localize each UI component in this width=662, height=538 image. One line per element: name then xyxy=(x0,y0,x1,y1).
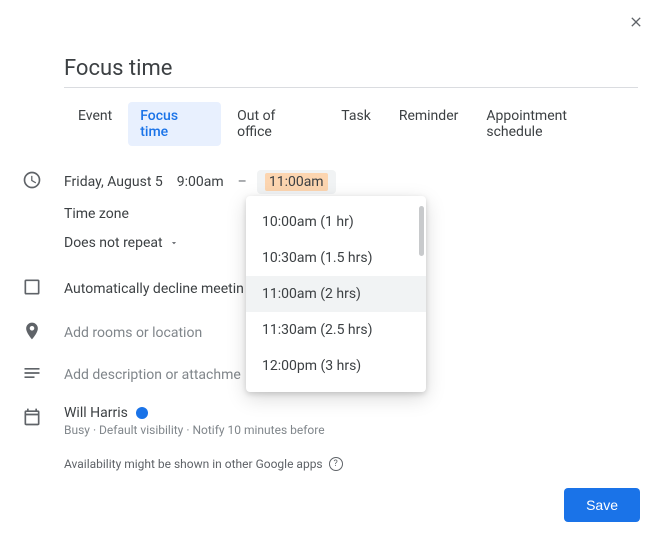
close-button[interactable] xyxy=(624,10,648,34)
chevron-down-icon xyxy=(169,238,179,248)
save-button[interactable]: Save xyxy=(564,488,640,522)
tab-event[interactable]: Event xyxy=(66,102,124,146)
date-time-row: Friday, August 5 9:00am – 11:00am xyxy=(64,168,638,196)
end-time-option[interactable]: 12:00pm (3 hrs) xyxy=(246,348,426,384)
help-icon[interactable]: ? xyxy=(329,457,343,471)
description-icon xyxy=(22,363,42,383)
tab-appointment-schedule[interactable]: Appointment schedule xyxy=(474,102,638,146)
close-icon xyxy=(628,14,644,30)
auto-decline-label: Automatically decline meetin xyxy=(64,281,244,297)
event-title[interactable]: Focus time xyxy=(64,56,638,88)
end-time-option[interactable]: 10:30am (1.5 hrs) xyxy=(246,240,426,276)
end-time-value: 11:00am xyxy=(265,173,328,191)
start-time-field[interactable]: 9:00am xyxy=(173,172,228,192)
end-time-option[interactable]: 11:00am (2 hrs) xyxy=(246,276,426,312)
location-icon xyxy=(22,321,42,341)
end-time-option[interactable]: 10:00am (1 hr) xyxy=(246,204,426,240)
organizer-meta: Busy · Default visibility · Notify 10 mi… xyxy=(64,423,325,437)
calendar-icon xyxy=(22,407,42,427)
end-time-field[interactable]: 11:00am xyxy=(257,170,336,194)
repeat-selector[interactable]: Does not repeat xyxy=(64,235,179,251)
tab-focus-time[interactable]: Focus time xyxy=(128,102,221,146)
end-time-option[interactable]: 11:30am (2.5 hrs) xyxy=(246,312,426,348)
status-dot xyxy=(136,407,148,419)
time-dash: – xyxy=(238,174,247,190)
tab-reminder[interactable]: Reminder xyxy=(387,102,471,146)
end-time-dropdown: 10:00am (1 hr) 10:30am (1.5 hrs) 11:00am… xyxy=(246,196,426,392)
repeat-label: Does not repeat xyxy=(64,235,163,251)
organizer-row[interactable]: Will Harris Busy · Default visibility · … xyxy=(64,405,638,437)
description-placeholder: Add description or attachme xyxy=(64,367,241,383)
availability-text: Availability might be shown in other Goo… xyxy=(64,457,323,471)
availability-note: Availability might be shown in other Goo… xyxy=(64,457,638,471)
tab-task[interactable]: Task xyxy=(329,102,383,146)
clock-icon xyxy=(22,170,42,190)
event-type-tabs: Event Focus time Out of office Task Remi… xyxy=(66,102,638,146)
organizer-name: Will Harris xyxy=(64,405,128,421)
date-field[interactable]: Friday, August 5 xyxy=(64,174,163,190)
dropdown-scrollbar[interactable] xyxy=(419,206,424,256)
checkbox-icon[interactable] xyxy=(22,277,42,297)
location-placeholder: Add rooms or location xyxy=(64,325,202,341)
tab-out-of-office[interactable]: Out of office xyxy=(225,102,325,146)
